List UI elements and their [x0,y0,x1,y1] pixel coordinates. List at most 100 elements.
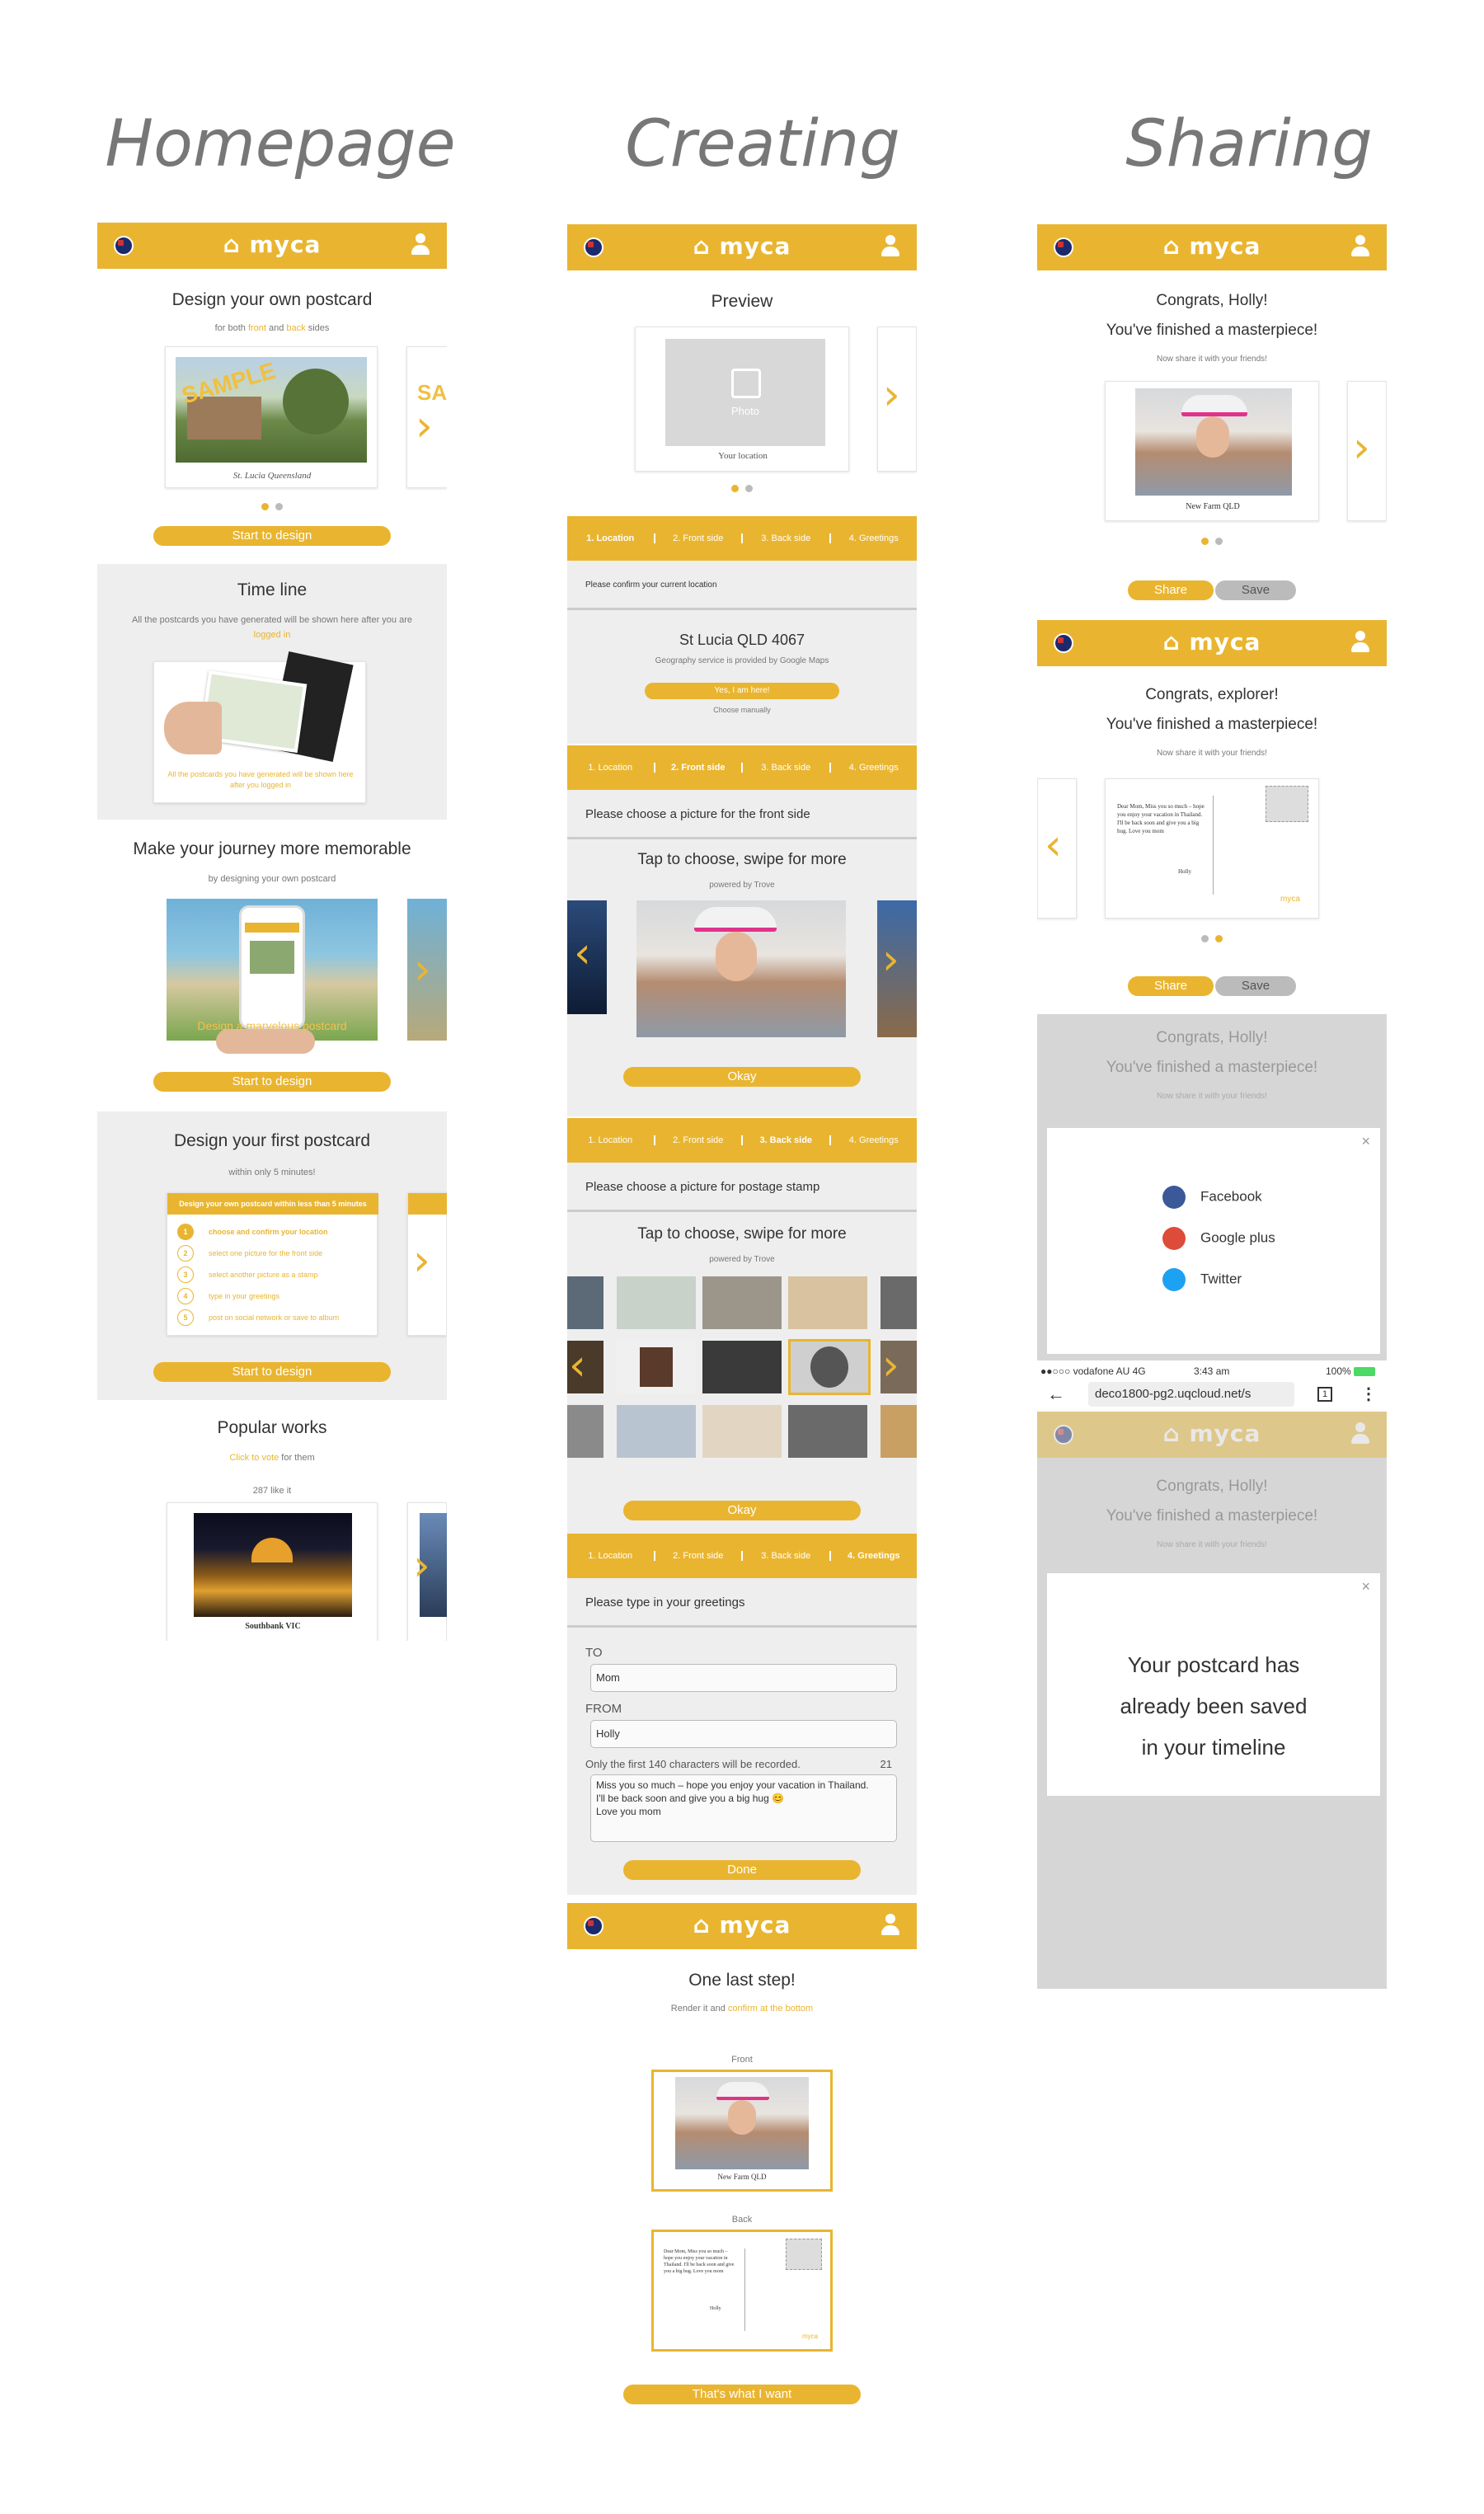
step-tab-greetings[interactable]: 4. Greetings [831,1551,918,1561]
chevron-right-icon[interactable]: › [416,405,433,448]
step-tab-greetings[interactable]: 4. Greetings [831,763,918,773]
step-tab-location[interactable]: 1. Location [567,1135,655,1145]
tabs-button[interactable]: 1 [1317,1387,1332,1402]
stamp-thumb[interactable] [881,1405,917,1458]
chevron-right-icon[interactable]: › [882,1344,899,1387]
chevron-left-icon[interactable]: ‹ [1045,824,1062,867]
dot[interactable] [1201,935,1209,942]
chevron-left-icon[interactable]: ‹ [569,1344,586,1387]
next-preview-peek[interactable]: › [877,327,917,472]
dot[interactable] [1215,538,1223,545]
share-button[interactable]: Share [1128,580,1214,600]
stamp-thumb[interactable] [788,1405,867,1458]
shared-postcard[interactable]: New Farm QLD [1105,381,1319,521]
step-tab-back[interactable]: 3. Back side [743,763,831,773]
chevron-right-icon[interactable]: › [883,374,900,416]
stamp-thumb[interactable] [881,1276,917,1329]
stamp-thumb-selected[interactable] [788,1339,871,1395]
stamp-thumb[interactable]: ‹ [567,1341,603,1393]
next-photo-peek[interactable]: › [877,900,917,1037]
stamp-thumb[interactable] [617,1405,696,1458]
step-tab-front[interactable]: 2. Front side [655,1551,743,1561]
chevron-right-icon[interactable]: › [1353,426,1370,469]
step-tab-greetings[interactable]: 4. Greetings [831,1135,918,1145]
vote-link[interactable]: Click to vote [229,1453,279,1463]
prev-photo-peek[interactable]: ‹ [567,900,607,1014]
stamp-thumb[interactable] [617,1276,696,1329]
step-tab-back[interactable]: 3. Back side [743,1135,831,1145]
dot[interactable] [745,485,753,492]
menu-icon[interactable]: ⋮ [1360,1384,1377,1404]
sample-postcard[interactable]: SAMPLE St. Lucia Queensland [165,346,378,488]
step-tab-location[interactable]: 1. Location [567,763,655,773]
user-icon[interactable] [411,233,430,256]
step-tab-front[interactable]: 2. Front side [655,1135,743,1145]
next-banner-peek[interactable]: › [407,899,447,1041]
close-icon[interactable]: × [1361,1578,1370,1595]
done-button[interactable]: Done [623,1860,861,1880]
confirm-link[interactable]: confirm at the bottom [728,2004,813,2014]
okay-button[interactable]: Okay [623,1067,861,1087]
user-icon[interactable] [1350,235,1370,258]
step-tab-back[interactable]: 3. Back side [743,1551,831,1561]
home-logo[interactable]: ⌂ myca [1037,1420,1387,1447]
share-twitter[interactable]: Twitter [1162,1268,1242,1291]
okay-button[interactable]: Okay [623,1501,861,1520]
address-bar[interactable]: deco1800-pg2.uqcloud.net/s [1088,1382,1294,1407]
popular-postcard[interactable]: Southbank VIC [167,1502,378,1641]
chevron-right-icon[interactable]: › [882,938,899,981]
next-card-peek[interactable]: › [1347,381,1387,521]
save-button[interactable]: Save [1215,976,1296,996]
step-tab-front[interactable]: 2. Front side [655,533,743,543]
step-tab-back[interactable]: 3. Back side [743,533,831,543]
dot[interactable] [275,503,283,510]
start-design-button[interactable]: Start to design [153,526,391,546]
share-facebook[interactable]: Facebook [1162,1186,1262,1209]
chevron-right-icon[interactable]: › [413,1239,430,1282]
share-button[interactable]: Share [1128,976,1214,996]
confirm-button[interactable]: That's what I want [623,2385,861,2404]
stamp-thumb[interactable] [788,1276,867,1329]
to-field[interactable]: Mom [590,1664,897,1692]
stamp-thumb[interactable] [702,1276,782,1329]
user-icon[interactable] [881,235,900,258]
home-logo[interactable]: ⌂ myca [97,231,447,258]
step-tab-front[interactable]: 2. Front side [655,763,743,773]
stamp-thumb[interactable] [702,1341,782,1393]
stamp-thumb[interactable] [567,1405,603,1458]
start-design-button[interactable]: Start to design [153,1362,391,1382]
home-logo[interactable]: ⌂ myca [567,233,917,260]
next-popular-peek[interactable]: › [407,1502,447,1641]
user-icon[interactable] [1350,1422,1370,1445]
home-logo[interactable]: ⌂ myca [567,1911,917,1938]
stamp-thumb[interactable] [702,1405,782,1458]
shared-postcard-back[interactable]: Dear Mom, Miss you so much – hope you en… [1105,778,1319,919]
next-postcard-peek[interactable]: SA › [406,346,447,488]
selected-photo[interactable] [636,900,846,1037]
prev-card-peek[interactable]: ‹ [1037,778,1077,919]
save-button[interactable]: Save [1215,580,1296,600]
next-steps-peek[interactable]: › [407,1192,447,1336]
journey-banner[interactable]: Design a marvelous postcard [167,899,378,1054]
back-link[interactable]: back [286,323,305,333]
home-logo[interactable]: ⌂ myca [1037,233,1387,260]
stamp-thumb[interactable] [617,1341,696,1393]
chevron-left-icon[interactable]: ‹ [574,932,591,975]
back-arrow-icon[interactable]: ← [1047,1385,1065,1403]
home-logo[interactable]: ⌂ myca [1037,628,1387,656]
dot[interactable] [1201,538,1209,545]
from-field[interactable]: Holly [590,1720,897,1748]
dot[interactable] [731,485,739,492]
confirm-location-button[interactable]: Yes, I am here! [645,683,839,699]
front-link[interactable]: front [248,323,266,333]
close-icon[interactable]: × [1361,1133,1370,1150]
stamp-thumb[interactable]: › [881,1341,917,1393]
start-design-button[interactable]: Start to design [153,1072,391,1092]
choose-manually-link[interactable]: Choose manually [567,706,917,714]
step-tab-location[interactable]: 1. Location [567,1551,655,1561]
user-icon[interactable] [1350,631,1370,654]
step-tab-location[interactable]: 1. Location [567,533,655,543]
stamp-thumb[interactable] [567,1276,603,1329]
message-textarea[interactable]: Miss you so much – hope you enjoy your v… [590,1774,897,1842]
dot[interactable] [1215,935,1223,942]
